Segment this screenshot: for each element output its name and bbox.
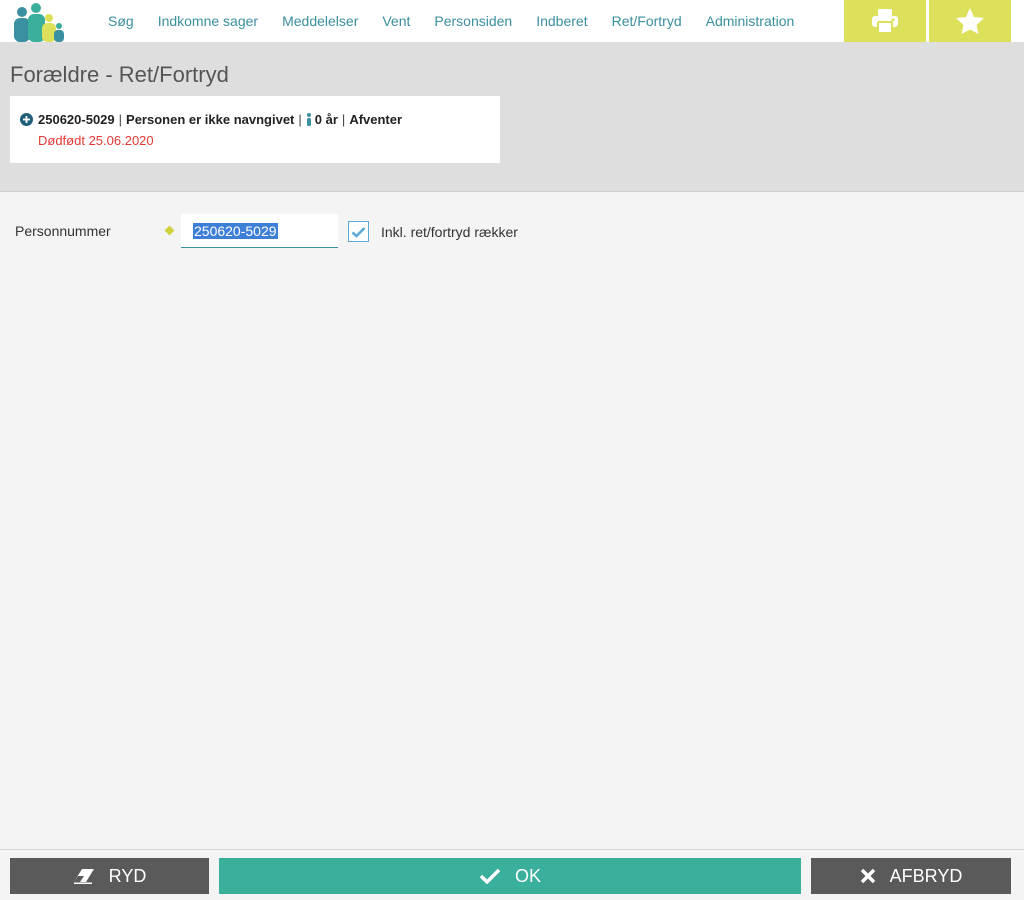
checkmark-icon <box>351 226 366 238</box>
nav-item-ret-fortryd[interactable]: Ret/Fortryd <box>612 13 682 29</box>
cancel-button-label: AFBRYD <box>889 865 963 886</box>
cancel-button[interactable]: AFBRYD <box>811 858 1011 894</box>
person-note: Dødfødt 25.06.2020 <box>38 133 154 148</box>
family-logo-icon[interactable] <box>8 0 68 42</box>
person-icon <box>306 113 311 126</box>
favorite-button[interactable] <box>929 0 1011 42</box>
footer-bar: RYD OK AFBRYD <box>0 849 1024 900</box>
person-status: Afventer <box>349 112 403 127</box>
nav-item-administration[interactable]: Administration <box>706 13 795 29</box>
include-ret-fortryd-label: Inkl. ret/fortryd rækker <box>381 224 518 240</box>
nav-item-sog[interactable]: Søg <box>108 13 134 29</box>
ok-button-label: OK <box>514 865 541 886</box>
nav-item-indberet[interactable]: Indberet <box>536 13 587 29</box>
page-header: Forældre - Ret/Fortryd 250620-5029 | Per… <box>0 42 1024 192</box>
close-icon <box>860 868 875 884</box>
print-button[interactable] <box>844 0 926 42</box>
personnummer-value: 250620-5029 <box>193 222 278 239</box>
separator: | <box>341 112 346 127</box>
expand-plus-icon[interactable] <box>20 113 33 126</box>
person-age: 0 år <box>314 112 338 127</box>
nav-item-personsiden[interactable]: Personsiden <box>434 13 512 29</box>
person-card: 250620-5029 | Personen er ikke navngivet… <box>10 96 500 163</box>
ok-button[interactable]: OK <box>219 858 801 894</box>
check-icon <box>479 868 501 884</box>
person-cpr: 250620-5029 <box>38 112 115 127</box>
eraser-icon <box>73 869 94 884</box>
include-ret-fortryd-checkbox[interactable] <box>348 221 369 242</box>
required-icon <box>164 225 175 236</box>
page-title: Forældre - Ret/Fortryd <box>10 62 229 87</box>
person-summary: 250620-5029 | Personen er ikke navngivet… <box>20 112 402 127</box>
nav-item-vent[interactable]: Vent <box>382 13 410 29</box>
personnummer-label: Personnummer <box>15 223 111 239</box>
personnummer-input[interactable]: 250620-5029 <box>181 214 338 248</box>
nav-item-meddelelser[interactable]: Meddelelser <box>282 13 358 29</box>
nav-item-indkomne-sager[interactable]: Indkomne sager <box>158 13 258 29</box>
printer-icon <box>872 9 898 34</box>
main-nav: Søg Indkomne sager Meddelelser Vent Pers… <box>96 0 806 42</box>
separator: | <box>118 112 123 127</box>
top-navigation-bar: Søg Indkomne sager Meddelelser Vent Pers… <box>0 0 1024 42</box>
clear-button[interactable]: RYD <box>10 858 209 894</box>
clear-button-label: RYD <box>108 865 147 886</box>
person-name: Personen er ikke navngivet <box>126 112 295 127</box>
star-icon <box>956 8 984 34</box>
separator: | <box>298 112 302 127</box>
